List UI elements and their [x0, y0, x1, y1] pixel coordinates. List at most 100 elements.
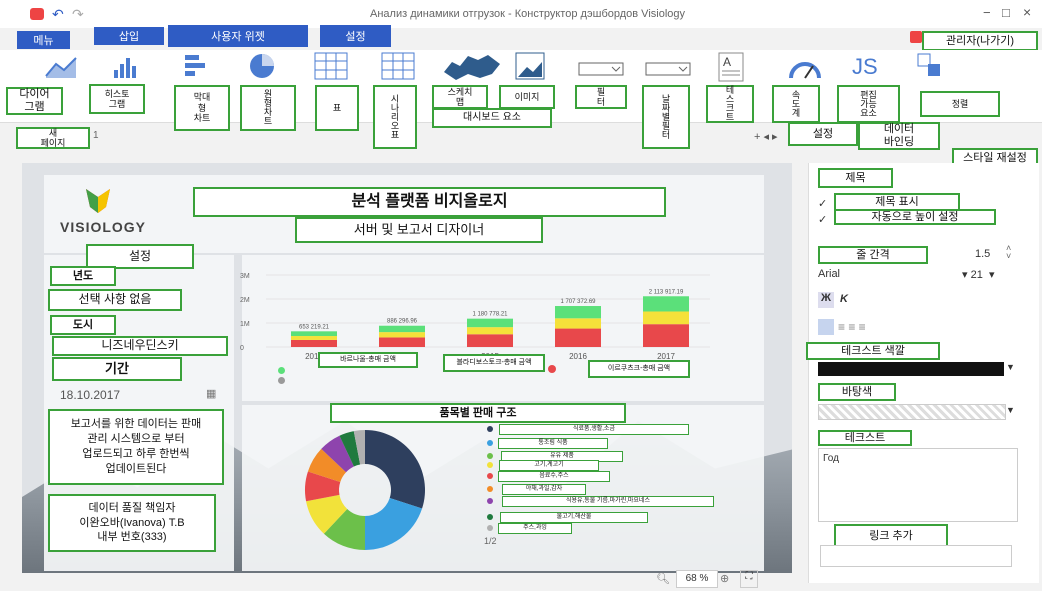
pie-page-indicator[interactable]: 1/2: [484, 536, 497, 546]
ribbon-item-filter[interactable]: 필 터: [575, 85, 627, 109]
ribbon-item-pie-chart[interactable]: 원 형 차 트: [240, 85, 296, 131]
undo-icon[interactable]: ↶: [52, 6, 64, 23]
period-label: 기간: [52, 357, 182, 381]
app-logo-icon: [30, 8, 44, 20]
line-spacing-stepper[interactable]: 1.5: [975, 248, 990, 260]
data-source-note: 보고서를 위한 데이터는 판매 관리 시스템으로 부터 업로드되고 하루 한번씩…: [48, 409, 224, 485]
tab-insert[interactable]: 삽입: [94, 27, 164, 45]
pie-slice: [365, 430, 425, 509]
bg-color-dropdown-icon[interactable]: ▼: [1006, 405, 1015, 415]
show-title-checkbox[interactable]: ✓: [818, 197, 827, 210]
ribbon-item-histogram[interactable]: 히스토 그램: [89, 84, 145, 114]
ribbon-item-date-filter[interactable]: 날 짜 별 필 터: [642, 85, 690, 149]
ribbon-item-table[interactable]: 표: [315, 85, 359, 131]
bar-segment: [379, 337, 425, 347]
y-tick-label: 2M: [240, 297, 250, 304]
ribbon-item-speedometer[interactable]: 속 도 계: [772, 85, 820, 123]
fit-screen-icon[interactable]: ⛶: [740, 570, 758, 588]
legend-swatch-red: [548, 365, 556, 373]
text-color-dropdown-icon[interactable]: ▼: [1006, 362, 1015, 372]
zoom-in-icon[interactable]: ⊕: [720, 572, 729, 585]
pie-legend-swatch: [487, 486, 493, 492]
bar-segment: [379, 332, 425, 338]
redo-icon[interactable]: ↷: [72, 6, 84, 23]
pie-legend-label: 식용유,동물 기름,마가린,마요네스: [502, 496, 714, 507]
bg-color-label: 바탕색: [818, 383, 896, 401]
calendar-icon[interactable]: ▦: [206, 387, 216, 400]
pie-legend-swatch: [487, 514, 493, 520]
data-binding-button[interactable]: 데이터 바인딩: [858, 122, 940, 150]
ribbon-item-text[interactable]: 테 스 크 트: [706, 85, 754, 123]
legend-vladivostok: 블라디보스토크-총매 금액: [443, 354, 545, 372]
y-tick-label: 3M: [240, 273, 250, 280]
pie-slice: [365, 498, 423, 550]
y-tick-label: 1M: [240, 321, 250, 328]
close-button[interactable]: ×: [1023, 4, 1031, 20]
tab-menu[interactable]: 메뉴: [17, 31, 70, 49]
new-page-button[interactable]: 새 페이지: [16, 127, 90, 149]
admin-logout-button[interactable]: 관리자(나가기): [922, 31, 1038, 51]
tab-settings[interactable]: 설정: [320, 25, 391, 47]
page-tab[interactable]: 1: [93, 130, 99, 141]
pie-legend-swatch: [487, 498, 493, 504]
title-section-header: 제목: [818, 168, 893, 188]
year-select[interactable]: 선택 사항 없음: [48, 289, 182, 311]
ribbon-item-image[interactable]: 이미지: [499, 85, 555, 109]
table-icon: [314, 52, 348, 80]
bar-segment: [555, 306, 601, 319]
ribbon-item-editable[interactable]: 편집 가능 요소: [837, 85, 900, 123]
ribbon-item-sketch-map[interactable]: 스케치 맵: [432, 85, 488, 109]
maximize-button[interactable]: □: [1002, 5, 1010, 20]
auto-height-label: 자동으로 높이 설정: [834, 209, 996, 225]
pie-legend-label: 야채,과일,감자: [502, 484, 586, 495]
bold-button[interactable]: Ж: [818, 292, 834, 308]
link-input[interactable]: [820, 545, 1012, 567]
zoom-out-icon[interactable]: 🔍︎: [656, 572, 670, 585]
window-title: Анализ динамики отгрузок - Конструктор д…: [370, 8, 686, 20]
scenario-table-icon: [381, 52, 415, 80]
stepper-arrows-icon[interactable]: ˄ ˅: [1006, 244, 1011, 261]
pie-legend-label: 주스,과잉: [498, 523, 572, 534]
speedometer-icon: [789, 62, 821, 79]
ribbon-item-scenario-table[interactable]: 시 나 리 오 표: [373, 85, 417, 149]
data-owner-note: 데이터 품질 책임자 이완오바(Ivanova) T.B 내부 번호(333): [48, 494, 216, 552]
page-nav-arrows-icon[interactable]: + ◂ ▸: [754, 130, 778, 143]
pie-legend-label: 식료품,생활,소금: [499, 424, 689, 435]
pie-legend-label: 물고기,해산물: [500, 512, 648, 523]
pie-chart-icon: [250, 54, 274, 78]
bg-color-picker[interactable]: [818, 404, 1006, 420]
city-label: 도시: [50, 315, 116, 335]
date-input[interactable]: 18.10.2017: [60, 388, 120, 402]
align-buttons-icon[interactable]: ≡ ≡ ≡: [838, 320, 866, 334]
text-color-picker[interactable]: [818, 362, 1004, 376]
city-select[interactable]: 니즈네우딘스키: [52, 336, 228, 356]
ribbon-group-label: 대시보드 요소: [432, 108, 552, 128]
tab-user-widget[interactable]: 사용자 위젯: [168, 25, 308, 47]
font-select[interactable]: Arial: [818, 268, 840, 280]
italic-button[interactable]: K: [840, 293, 848, 305]
bar-data-label: 1 707 372.69: [560, 299, 596, 305]
pie-chart: [305, 430, 425, 550]
legend-swatch: [278, 366, 285, 374]
text-area[interactable]: Год: [818, 448, 1018, 522]
zoom-level[interactable]: 68 %: [676, 570, 718, 588]
legend-barnaul: 바르나울-총매 금액: [318, 352, 418, 368]
logo-text: VISIOLOGY: [60, 219, 147, 235]
font-size-select[interactable]: ▾ 21 ▾: [962, 268, 994, 281]
pie-chart-title: 품목별 판매 구조: [330, 403, 626, 423]
bar-segment: [467, 327, 513, 335]
js-icon: JS: [852, 54, 878, 79]
ribbon-item-align[interactable]: 정렬: [920, 91, 1000, 117]
ribbon-item-bar-chart[interactable]: 막대 형 차트: [174, 85, 230, 131]
legend-swatches: [278, 365, 298, 385]
font-size-value: 21: [970, 269, 983, 281]
dashboard-subtitle: 서버 및 보고서 디자이너: [295, 217, 543, 243]
align-left-button[interactable]: [818, 319, 834, 335]
ribbon-item-diagram[interactable]: 다이어 그램: [6, 87, 63, 115]
date-filter-icon: [645, 62, 691, 76]
bar-segment: [555, 318, 601, 329]
settings-button[interactable]: 설정: [788, 122, 858, 146]
auto-height-checkbox[interactable]: ✓: [818, 213, 827, 226]
minimize-button[interactable]: −: [983, 5, 991, 20]
text-color-label: 테크스트 색깔: [806, 342, 940, 360]
